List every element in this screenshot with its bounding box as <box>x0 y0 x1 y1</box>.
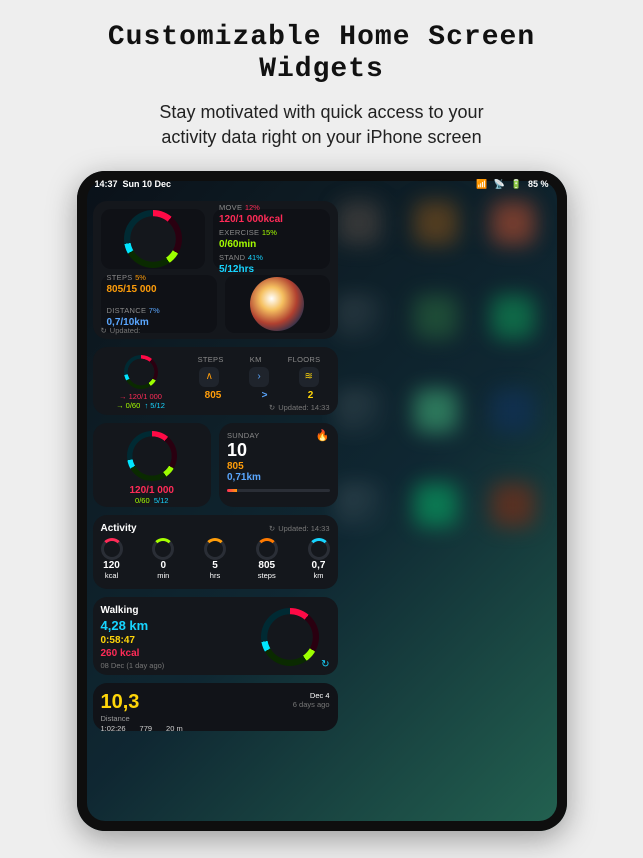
widget-activity-row[interactable]: Activity ↻Updated: 14:33 120kcal 0min 5h… <box>93 515 338 589</box>
device-frame: 14:37 Sun 10 Dec 📶 📡 🔋 85 % MOVE 12% <box>77 171 567 831</box>
refresh-icon: ↻ <box>321 659 329 670</box>
steps-ring-icon <box>256 538 278 560</box>
status-bar: 14:37 Sun 10 Dec 📶 📡 🔋 85 % <box>95 179 549 190</box>
walking-kcal: 260 kcal <box>101 648 242 659</box>
widget-activity-medium[interactable]: → 120/1 000 → 0/60 ↑ 5/12 STEPS KM FLOOR… <box>93 347 338 415</box>
holiday-photo-icon <box>250 277 304 331</box>
page-subtitle: Stay motivated with quick access to your… <box>0 100 643 149</box>
steps-badge: ∧ <box>199 367 219 387</box>
page-title: Customizable Home ScreenWidgets <box>0 0 643 86</box>
km-value: 0,71km <box>227 472 330 483</box>
walking-title: Walking <box>101 605 242 616</box>
updated-label: ↻Updated: 14:33 <box>189 403 330 412</box>
updated-label: ↻Updated: <box>101 326 141 335</box>
exercise-ring-icon <box>152 538 174 560</box>
signal-icon: 📶 <box>476 179 487 190</box>
distance-ago: 6 days ago <box>293 700 330 709</box>
walking-date: 08 Dec (1 day ago) <box>101 661 242 670</box>
walking-duration: 0:58:47 <box>101 635 242 646</box>
home-screen-apps-blurred <box>337 201 551 801</box>
exercise-value: 0/60min <box>219 239 324 250</box>
walking-km: 4,28 km <box>101 618 242 633</box>
floors-badge: ≋ <box>299 367 319 387</box>
move-ring-icon <box>101 538 123 560</box>
activity-ring-icon <box>127 431 177 481</box>
move-value: 120/1 000kcal <box>219 214 324 225</box>
widget-distance-large[interactable]: 10,3 Dec 4 6 days ago Distance 1:02:26 7… <box>93 683 338 731</box>
widget-day-small[interactable]: 🔥 SUNDAY 10 805 0,71km <box>219 423 338 507</box>
distance-value: 10,3 <box>101 691 140 714</box>
widget-walking[interactable]: Walking 4,28 km 0:58:47 260 kcal 08 Dec … <box>93 597 338 675</box>
battery-icon: 🔋 <box>511 179 522 190</box>
widget-rings-small[interactable]: 120/1 000 0/60 5/12 <box>93 423 212 507</box>
stand-value: 5/12hrs <box>219 264 324 275</box>
wifi-icon: 📡 <box>494 179 505 190</box>
stand-ring-icon <box>204 538 226 560</box>
km-badge: › <box>249 367 269 387</box>
distance-ring-icon <box>308 538 330 560</box>
steps-value: 805 <box>227 461 330 472</box>
distance-date: Dec 4 <box>293 691 330 700</box>
flame-icon: 🔥 <box>316 429 330 442</box>
refresh-icon: ↻ <box>101 326 107 335</box>
refresh-icon: ↻ <box>269 403 275 412</box>
widget-activity-large[interactable]: MOVE 12% 120/1 000kcal EXERCISE 15% 0/60… <box>93 201 338 339</box>
day-number: 10 <box>227 440 330 461</box>
steps-value: 805/15 000 <box>107 284 212 295</box>
activity-ring-icon <box>261 608 319 666</box>
updated-label: ↻Updated: 14:33 <box>269 523 330 534</box>
activity-ring-icon <box>124 210 182 268</box>
activity-title: Activity <box>101 523 137 534</box>
activity-ring-icon <box>124 355 158 389</box>
refresh-icon: ↻ <box>269 524 275 533</box>
